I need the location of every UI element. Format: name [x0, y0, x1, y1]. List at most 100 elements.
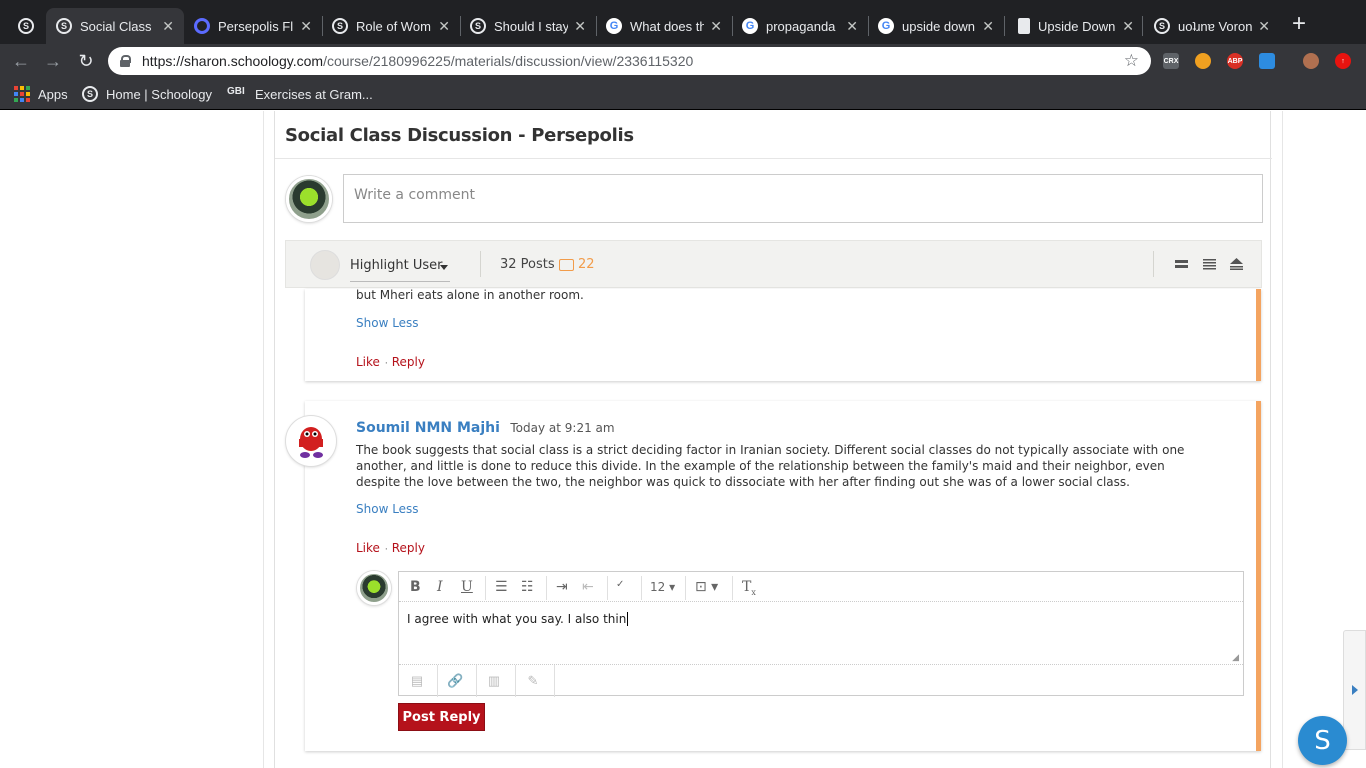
new-posts-count: 22	[578, 257, 595, 272]
outdent-icon[interactable]: ⇤	[582, 579, 594, 595]
tab-upside-down-doc[interactable]: Upside Down ✕	[1008, 8, 1144, 44]
insert-content-icon[interactable]: ⊡ ▾	[695, 579, 718, 595]
tab-title: Persepolis Fl	[218, 18, 294, 34]
separator-dot: ·	[384, 355, 392, 369]
schoology-icon: S	[332, 18, 348, 34]
close-icon[interactable]: ✕	[438, 18, 450, 35]
view-collapsed-icon[interactable]	[1175, 258, 1188, 270]
post-actions: Like · Reply	[356, 539, 425, 557]
clear-formatting-icon[interactable]: Tx	[742, 579, 756, 597]
post-header: Soumil NMN Majhi Today at 9:21 am	[356, 419, 615, 437]
close-icon[interactable]: ✕	[574, 18, 586, 35]
tab-social-class[interactable]: S Social Class ✕	[46, 8, 184, 44]
close-icon[interactable]: ✕	[300, 18, 312, 35]
schoology-icon: S	[56, 18, 72, 34]
tab-title: What does th	[630, 18, 705, 34]
red-character-icon	[299, 427, 323, 458]
update-arrow-icon[interactable]: ↑	[1335, 53, 1351, 69]
link-icon[interactable]: 🔗	[447, 673, 463, 689]
tab-pinned-schoology[interactable]: S	[8, 8, 48, 44]
font-size-value: 12	[650, 580, 666, 594]
resize-handle-icon[interactable]: ◢	[1232, 652, 1239, 663]
tab-what-does[interactable]: G What does th ✕	[596, 8, 732, 44]
attach-file-icon[interactable]: ▤	[409, 673, 425, 689]
toolbar-divider	[485, 576, 486, 600]
tab-upside-down-search[interactable]: G upside down ✕	[868, 8, 1004, 44]
like-link[interactable]: Like	[356, 541, 380, 555]
spellcheck-icon[interactable]: ✓	[616, 579, 624, 590]
side-panel-toggle[interactable]	[1343, 630, 1366, 750]
text-cursor	[627, 612, 629, 626]
tab-divider	[1004, 16, 1005, 36]
author-name[interactable]: Soumil NMN Majhi	[356, 420, 500, 436]
tab-role-of-women[interactable]: S Role of Wom ✕	[322, 8, 460, 44]
post-body: but Mheri eats alone in another room.	[356, 288, 584, 302]
italic-icon[interactable]: I	[437, 579, 443, 595]
font-size-select[interactable]: 12 ▾	[650, 580, 675, 594]
tab-propaganda[interactable]: G propaganda ✕	[732, 8, 868, 44]
close-icon[interactable]: ✕	[710, 18, 722, 35]
close-icon[interactable]: ✕	[162, 18, 174, 35]
address-bar[interactable]: https://sharon.schoology.com/course/2180…	[108, 47, 1151, 75]
profile-avatar-icon[interactable]	[1303, 53, 1319, 69]
tab-title: Should I stay	[494, 18, 569, 34]
tab-title: Social Class	[80, 18, 152, 34]
reply-link[interactable]: Reply	[392, 541, 425, 555]
discussion-filter-bar: Highlight User 32 Posts 22	[285, 240, 1262, 288]
comment-input[interactable]: Write a comment	[343, 174, 1263, 223]
back-arrow-icon[interactable]: ←	[10, 50, 32, 72]
tab-voron[interactable]: S uoʇɹnɐ Voron ✕	[1144, 8, 1280, 44]
help-button[interactable]: S	[1298, 716, 1347, 765]
view-list-icon[interactable]	[1203, 258, 1216, 270]
quizlet-icon	[194, 18, 210, 34]
chevron-down-icon[interactable]	[440, 265, 448, 270]
schoology-icon: S	[470, 18, 486, 34]
google-icon: G	[606, 18, 622, 34]
gbi-icon: GBI	[227, 86, 245, 97]
bookmark-home-schoology[interactable]: S Home | Schoology	[82, 84, 212, 104]
reply-textarea[interactable]: I agree with what you say. I also thin	[407, 612, 629, 626]
blue-extension-icon[interactable]	[1259, 53, 1275, 69]
forward-arrow-icon[interactable]: →	[42, 50, 64, 72]
resource-icon[interactable]: ▥	[486, 673, 502, 689]
show-less-link[interactable]: Show Less	[356, 502, 419, 516]
like-link[interactable]: Like	[356, 355, 380, 369]
owl-extension-icon[interactable]	[1195, 53, 1211, 69]
close-icon[interactable]: ✕	[1122, 18, 1134, 35]
toolbar-divider	[554, 665, 555, 697]
reply-user-avatar	[357, 571, 391, 605]
collapse-all-icon[interactable]	[1230, 258, 1243, 270]
reply-link[interactable]: Reply	[392, 355, 425, 369]
close-icon[interactable]: ✕	[846, 18, 858, 35]
post-reply-button[interactable]: Post Reply	[398, 703, 485, 731]
underline-icon[interactable]: U	[461, 579, 473, 595]
tab-should-i-stay[interactable]: S Should I stay ✕	[460, 8, 596, 44]
close-icon[interactable]: ✕	[982, 18, 994, 35]
bookmark-star-icon[interactable]: ☆	[1124, 51, 1139, 71]
reload-icon[interactable]: ↻	[75, 50, 97, 72]
url-host: https://sharon.schoology.com	[142, 53, 324, 69]
numbered-list-icon[interactable]: ☷	[521, 579, 534, 595]
bullet-list-icon[interactable]: ☰	[495, 579, 508, 595]
google-icon: G	[742, 18, 758, 34]
apps-grid-icon	[14, 86, 30, 102]
bold-icon[interactable]: B	[410, 579, 421, 595]
new-posts-badge[interactable]: 22	[559, 257, 595, 272]
bookmark-exercises[interactable]: GBI Exercises at Gram...	[227, 84, 373, 104]
microphone-icon[interactable]: ✎	[525, 673, 541, 689]
new-tab-plus-icon[interactable]: +	[1292, 12, 1306, 36]
schoology-icon: S	[1154, 18, 1170, 34]
page-title: Social Class Discussion - Persepolis	[285, 125, 634, 146]
highlight-user-dropdown[interactable]: Highlight User	[350, 258, 442, 273]
bookmark-apps[interactable]: Apps	[14, 84, 68, 104]
close-icon[interactable]: ✕	[1258, 18, 1270, 35]
toolbar-divider	[685, 576, 686, 600]
crx-extension-icon[interactable]: CRX	[1163, 53, 1179, 69]
discussion-post: Soumil NMN Majhi Today at 9:21 am The bo…	[286, 401, 1261, 751]
bookmarks-bar: Apps S Home | Schoology GBI Exercises at…	[0, 78, 1366, 110]
post-actions: Like · Reply	[356, 353, 425, 371]
show-less-link[interactable]: Show Less	[356, 316, 419, 330]
adblock-plus-icon[interactable]: ABP	[1227, 53, 1243, 69]
indent-icon[interactable]: ⇥	[556, 579, 568, 595]
tab-persepolis[interactable]: Persepolis Fl ✕	[184, 8, 322, 44]
